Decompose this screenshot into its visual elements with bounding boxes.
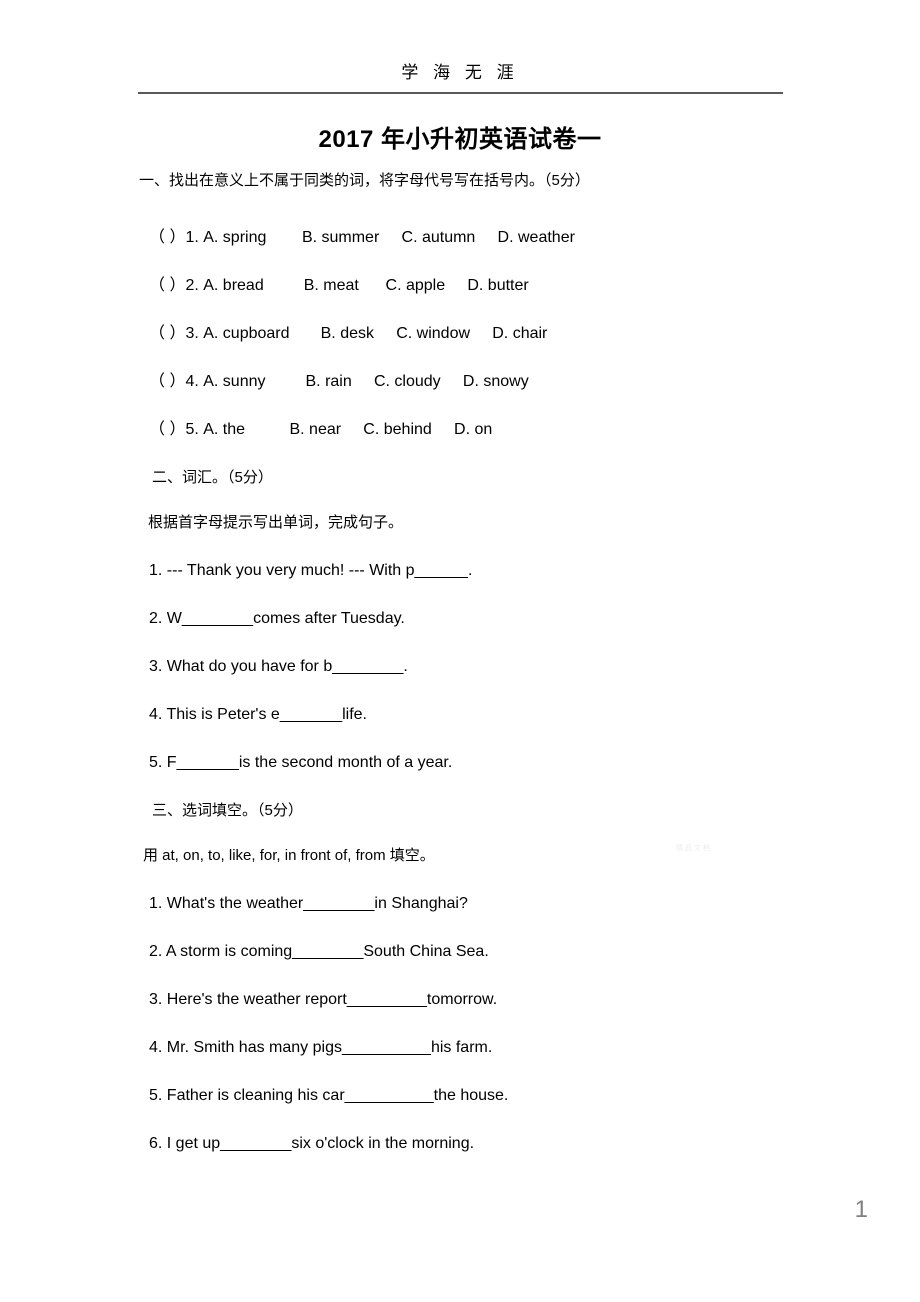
question-item: 3. Here's the weather report_________tom… [149,991,498,1008]
header-divider [138,92,783,94]
question-item: （ ）1. A. spring B. summer C. autumn D. w… [149,229,575,246]
question-item: 2. W________comes after Tuesday. [149,610,405,627]
section-instruction-3: 用 at, on, to, like, for, in front of, fr… [143,847,435,864]
question-item: 6. I get up________six o'clock in the mo… [149,1135,475,1152]
question-item: 5. Father is cleaning his car__________t… [149,1087,509,1104]
question-item: 4. This is Peter's e_______life. [149,706,367,723]
question-item: （ ）5. A. the B. near C. behind D. on [149,421,493,438]
document-page: 学 海 无 涯 2017 年小升初英语试卷一 精品文档 一、找出在意义上不属于同… [0,0,920,1302]
page-title: 2017 年小升初英语试卷一 [318,126,602,153]
section-heading-2: 二、词汇。（5分） [152,469,273,486]
running-header: 学 海 无 涯 [401,63,519,82]
question-item: （ ）3. A. cupboard B. desk C. window D. c… [149,325,548,342]
question-item: 3. What do you have for b________. [149,658,408,675]
question-item: 2. A storm is coming________South China … [149,943,489,960]
question-item: 4. Mr. Smith has many pigs__________his … [149,1039,493,1056]
page-number: 1 [854,1196,868,1223]
question-item: （ ）2. A. bread B. meat C. apple D. butte… [149,277,529,294]
question-item: （ ）4. A. sunny B. rain C. cloudy D. snow… [149,373,529,390]
section-instruction-2: 根据首字母提示写出单词，完成句子。 [148,514,404,531]
question-item: 5. F_______is the second month of a year… [149,754,453,771]
question-item: 1. What's the weather________in Shanghai… [149,895,468,912]
exam-body: 一、找出在意义上不属于同类的词，将字母代号写在括号内。（5分） （ ）1. A.… [0,168,920,1157]
question-item: 1. --- Thank you very much! --- With p__… [149,562,473,579]
section-heading-3: 三、选词填空。（5分） [152,802,303,819]
section-heading-1: 一、找出在意义上不属于同类的词，将字母代号写在括号内。（5分） [139,172,590,189]
